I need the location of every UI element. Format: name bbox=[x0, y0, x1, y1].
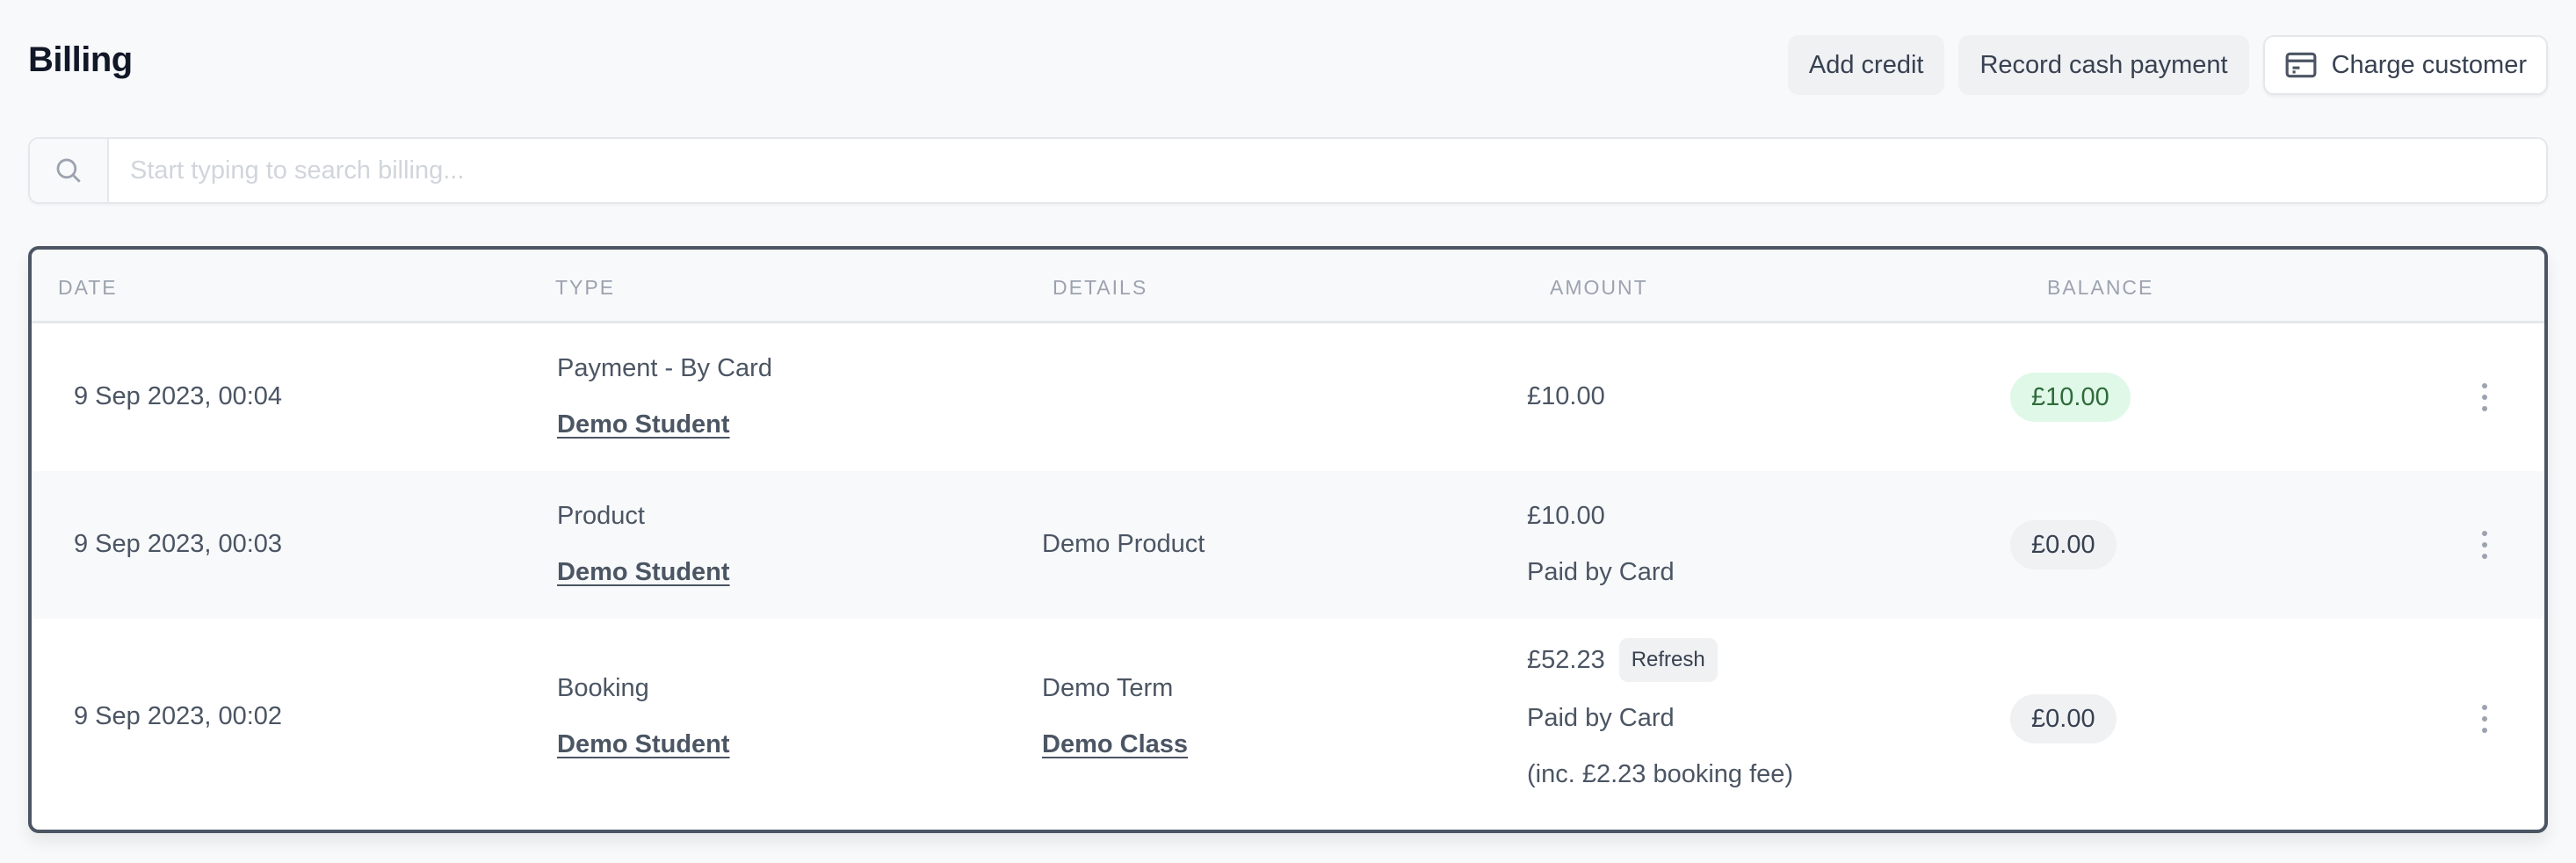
row-payment-method: Paid by Card bbox=[1527, 704, 1675, 732]
table-row[interactable]: 9 Sep 2023, 00:04 Payment - By Card Demo… bbox=[32, 323, 2544, 471]
row-amount: £10.00 bbox=[1527, 382, 1605, 410]
row-date: 9 Sep 2023, 00:02 bbox=[74, 702, 283, 730]
kebab-dot-icon bbox=[2482, 383, 2487, 388]
row-menu-button[interactable] bbox=[2472, 527, 2497, 562]
search-icon bbox=[56, 158, 81, 183]
row-menu-button[interactable] bbox=[2472, 380, 2497, 415]
kebab-dot-icon bbox=[2482, 531, 2487, 536]
row-payment-method: Paid by Card bbox=[1527, 558, 1675, 586]
row-type: Payment - By Card bbox=[557, 354, 772, 382]
column-header-balance: Balance bbox=[2047, 276, 2154, 299]
record-cash-payment-button[interactable]: Record cash payment bbox=[1958, 35, 2249, 95]
kebab-dot-icon bbox=[2482, 716, 2487, 722]
row-details: Demo Term bbox=[1042, 674, 1174, 702]
row-booking-fee: (inc. £2.23 booking fee) bbox=[1527, 760, 1794, 788]
kebab-dot-icon bbox=[2482, 406, 2487, 411]
billing-page: Billing Add credit Record cash payment C… bbox=[0, 0, 2576, 863]
column-header-amount: Amount bbox=[1550, 276, 1648, 299]
kebab-dot-icon bbox=[2482, 395, 2487, 400]
search-icon-container bbox=[30, 139, 109, 202]
search-input[interactable] bbox=[109, 139, 2546, 202]
kebab-dot-icon bbox=[2482, 554, 2487, 559]
row-amount: £10.00 bbox=[1527, 502, 1605, 530]
billing-table: Date Type Details Amount Balance 9 Sep 2… bbox=[28, 246, 2548, 833]
column-header-type: Type bbox=[555, 276, 616, 299]
row-amount: £52.23 bbox=[1527, 645, 1605, 674]
row-menu-button[interactable] bbox=[2472, 701, 2497, 736]
column-header-details: Details bbox=[1053, 276, 1148, 299]
row-type: Product bbox=[557, 502, 645, 530]
kebab-dot-icon bbox=[2482, 705, 2487, 710]
row-date: 9 Sep 2023, 00:03 bbox=[74, 530, 283, 558]
row-amount-group: £52.23 Refresh bbox=[1527, 638, 1718, 682]
row-type: Booking bbox=[557, 674, 649, 702]
charge-customer-label: Charge customer bbox=[2331, 50, 2527, 79]
balance-badge: £0.00 bbox=[2010, 520, 2117, 569]
row-details: Demo Product bbox=[1042, 530, 1205, 558]
balance-badge: £0.00 bbox=[2010, 694, 2117, 743]
kebab-dot-icon bbox=[2482, 542, 2487, 548]
table-header: Date Type Details Amount Balance bbox=[32, 250, 2544, 323]
customer-link[interactable]: Demo Student bbox=[557, 557, 730, 588]
row-date: 9 Sep 2023, 00:04 bbox=[74, 382, 283, 410]
credit-card-icon bbox=[2285, 52, 2316, 78]
header-actions: Add credit Record cash payment Charge cu… bbox=[1787, 35, 2548, 95]
table-row[interactable]: 9 Sep 2023, 00:03 Product Demo Student D… bbox=[32, 471, 2544, 619]
add-credit-button[interactable]: Add credit bbox=[1787, 35, 1945, 95]
balance-badge: £10.00 bbox=[2010, 373, 2131, 422]
class-link[interactable]: Demo Class bbox=[1042, 729, 1188, 760]
charge-customer-button[interactable]: Charge customer bbox=[2262, 35, 2548, 95]
column-header-date: Date bbox=[58, 276, 118, 299]
page-title: Billing bbox=[28, 40, 133, 79]
customer-link[interactable]: Demo Student bbox=[557, 729, 730, 760]
search-bar bbox=[28, 137, 2548, 204]
kebab-dot-icon bbox=[2482, 728, 2487, 733]
table-row[interactable]: 9 Sep 2023, 00:02 Booking Demo Student D… bbox=[32, 619, 2544, 830]
refresh-button[interactable]: Refresh bbox=[1618, 638, 1718, 682]
customer-link[interactable]: Demo Student bbox=[557, 410, 730, 440]
